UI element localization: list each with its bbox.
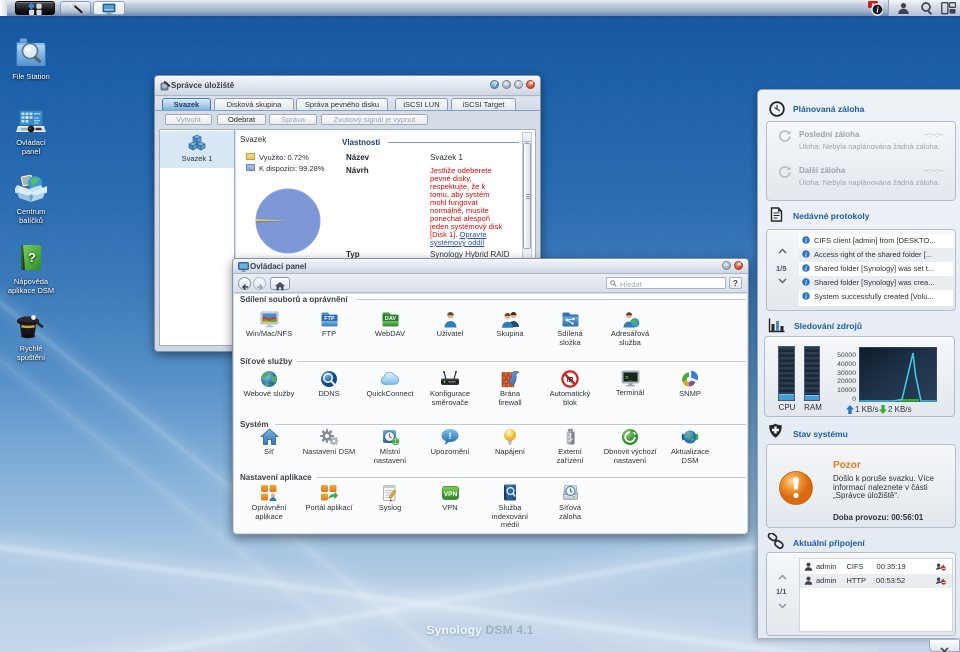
svg-text:VPN: VPN bbox=[443, 491, 457, 498]
svg-text:?: ? bbox=[28, 250, 36, 265]
svg-text:DAV: DAV bbox=[384, 316, 396, 322]
svg-text:IP: IP bbox=[567, 377, 574, 384]
svg-text:!: ! bbox=[449, 431, 452, 441]
svg-text:>_: >_ bbox=[625, 375, 633, 382]
svg-text:FTP: FTP bbox=[324, 316, 335, 322]
